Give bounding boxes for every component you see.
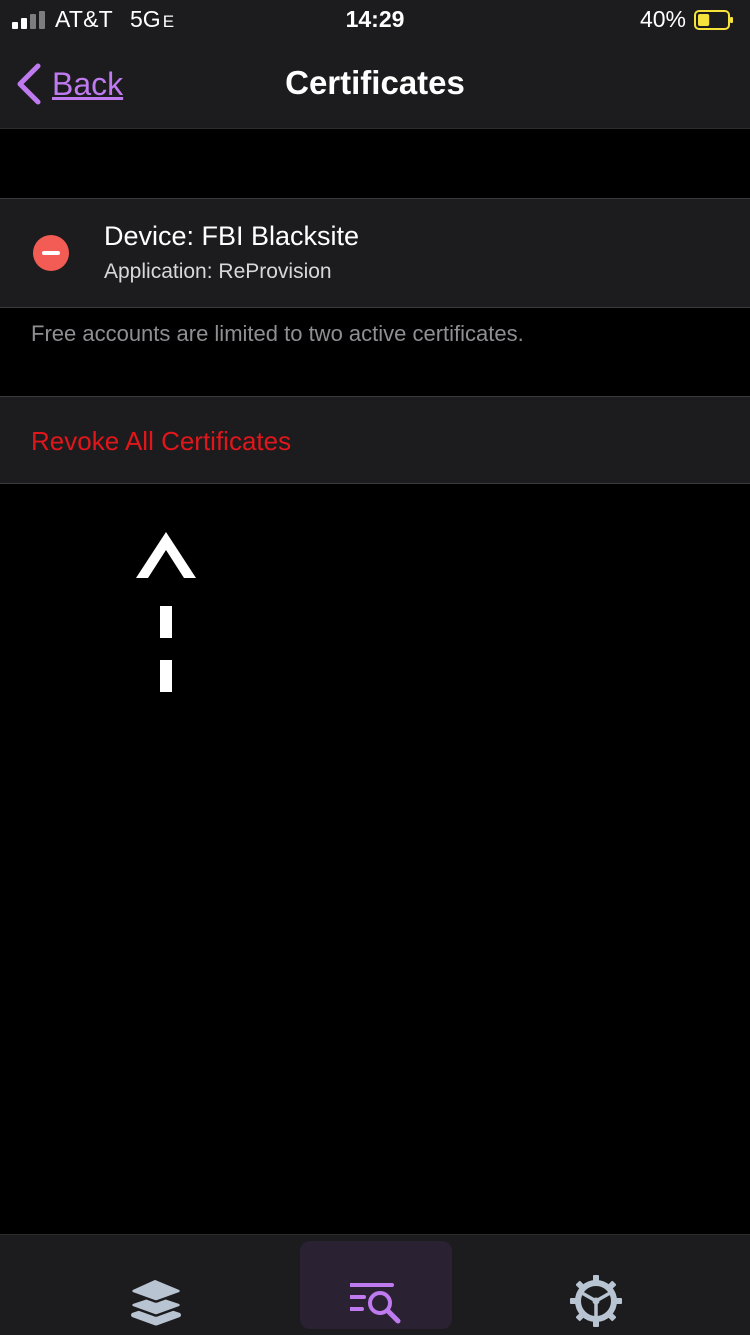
section-footer-note: Free accounts are limited to two active … xyxy=(31,321,524,346)
page-title: Certificates xyxy=(285,64,465,101)
layers-icon xyxy=(130,1277,182,1326)
certificate-row[interactable]: Device: FBI Blacksite Application: RePro… xyxy=(0,198,750,308)
tab-settings[interactable] xyxy=(520,1241,672,1329)
battery-fill xyxy=(698,14,710,26)
battery-percentage: 40% xyxy=(639,6,686,32)
battery-icon xyxy=(694,10,733,30)
tab-bar xyxy=(0,1234,750,1335)
delete-certificate-button[interactable] xyxy=(33,235,69,271)
arrow-up-annotation-icon xyxy=(136,532,196,692)
revoke-all-button[interactable]: Revoke All Certificates xyxy=(0,396,750,484)
tab-layers[interactable] xyxy=(80,1241,232,1329)
revoke-all-label[interactable]: Revoke All Certificates xyxy=(31,426,291,457)
status-bar: AT&T 5G E 14:29 40% xyxy=(0,0,750,40)
navigation-bar: Back Certificates xyxy=(0,40,750,129)
list-search-icon xyxy=(350,1283,401,1324)
clock: 14:29 xyxy=(345,6,405,32)
certificate-application: Application: ReProvision xyxy=(104,260,332,283)
gear-icon xyxy=(570,1275,622,1327)
tab-certificates[interactable] xyxy=(300,1241,452,1329)
certificate-device: Device: FBI Blacksite xyxy=(104,221,360,251)
